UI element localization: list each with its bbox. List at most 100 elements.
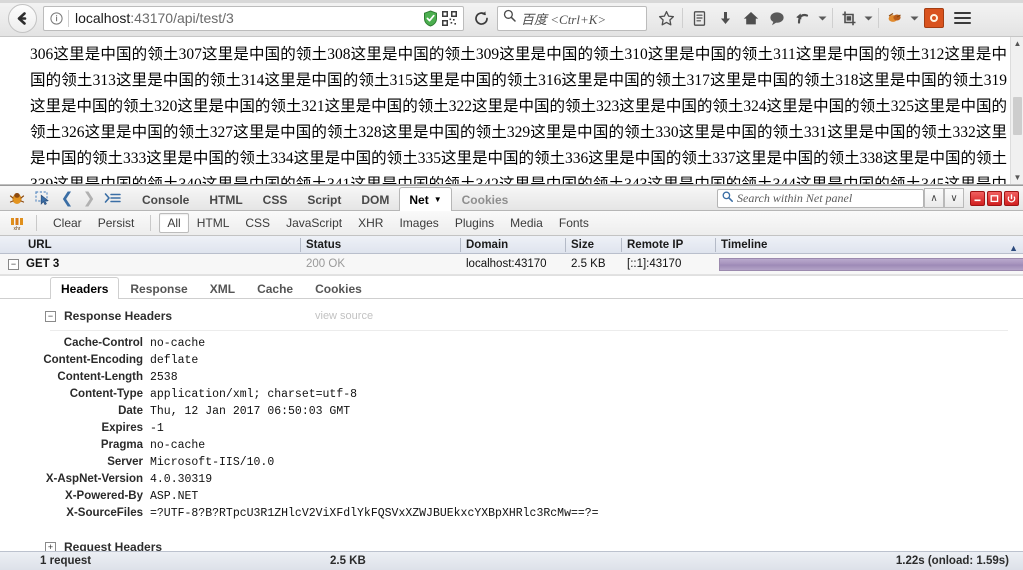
header-row-x-sourcefiles: X-SourceFiles =?UTF-8?B?RTpcU3R1ZHlcV2Vi… — [0, 505, 1023, 522]
header-name: X-SourceFiles — [66, 507, 143, 520]
screenshot-dropdown-caret-icon[interactable] — [862, 5, 875, 31]
column-header-size[interactable]: Size — [565, 236, 621, 254]
address-bar[interactable]: localhost:43170/api/test/3 — [43, 5, 464, 31]
reload-button[interactable] — [467, 5, 495, 31]
firebug-orange-inner — [930, 14, 938, 22]
row-url-cell[interactable]: − GET 3 — [0, 258, 300, 270]
tab-cookies[interactable]: Cookies — [452, 187, 519, 211]
filter-plugins[interactable]: Plugins — [447, 213, 502, 233]
header-row-content-encoding: Content-Encoding deflate — [0, 352, 1023, 369]
extension-icon[interactable] — [882, 5, 908, 31]
chevron-down-icon[interactable]: ▼ — [434, 195, 442, 204]
firebug-prev-button[interactable]: ❮ — [56, 186, 78, 210]
request-headers-title-row[interactable]: + Request Headers — [0, 538, 1023, 552]
column-header-url[interactable]: URL — [0, 236, 300, 254]
filter-javascript[interactable]: JavaScript — [278, 213, 350, 233]
security-shield-icon[interactable] — [423, 9, 438, 27]
filterbar-divider — [36, 215, 37, 232]
tab-dom[interactable]: DOM — [351, 187, 399, 211]
header-row-date: Date Thu, 12 Jan 2017 06:50:03 GMT — [0, 403, 1023, 420]
filter-css[interactable]: CSS — [237, 213, 278, 233]
net-status-bar: 1 request 2.5 KB 1.22s (onload: 1.59s) — [0, 551, 1023, 570]
back-button[interactable] — [8, 3, 37, 33]
scroll-up-arrow-icon[interactable]: ▲ — [1011, 37, 1023, 50]
tab-console[interactable]: Console — [132, 187, 199, 211]
filter-xhr[interactable]: XHR — [350, 213, 391, 233]
filter-html[interactable]: HTML — [189, 213, 238, 233]
search-next-button[interactable]: ∨ — [944, 188, 964, 209]
firebug-bug-icon[interactable] — [4, 186, 30, 210]
undo-dropdown-caret-icon[interactable] — [816, 5, 829, 31]
tab-cache[interactable]: Cache — [246, 277, 304, 299]
table-row[interactable]: − GET 3 200 OK localhost:43170 2.5 KB [:… — [0, 254, 1023, 276]
filter-all[interactable]: All — [159, 213, 189, 234]
tab-response[interactable]: Response — [119, 277, 198, 299]
browser-search-bar[interactable]: 百度 <Ctrl+K> — [497, 5, 647, 31]
tab-script[interactable]: Script — [297, 187, 351, 211]
clear-button[interactable]: Clear — [45, 213, 90, 233]
scroll-down-arrow-icon[interactable]: ▼ — [1011, 171, 1023, 184]
header-name: X-Powered-By — [65, 490, 143, 503]
column-header-domain[interactable]: Domain — [460, 236, 565, 254]
url-host: localhost — [75, 10, 131, 26]
header-value: no-cache — [150, 337, 206, 351]
panel-list-icon[interactable] — [100, 186, 126, 210]
page-scrollbar[interactable]: ▲ ▼ — [1010, 37, 1023, 184]
header-row-server: Server Microsoft-IIS/10.0 — [0, 454, 1023, 471]
filter-media[interactable]: Media — [502, 213, 551, 233]
address-bar-icons — [423, 9, 459, 27]
tab-net[interactable]: Net ▼ — [399, 187, 452, 212]
firebug-detach-button[interactable] — [987, 190, 1002, 206]
view-source-link[interactable]: view source — [315, 310, 373, 322]
column-header-status[interactable]: Status — [300, 236, 460, 254]
search-prev-button[interactable]: ∧ — [924, 188, 944, 209]
net-request-list: − GET 3 200 OK localhost:43170 2.5 KB [:… — [0, 254, 1023, 276]
firebug-next-button[interactable]: ❯ — [78, 186, 100, 210]
firebug-close-button[interactable] — [1004, 190, 1019, 206]
firebug-orange-icon[interactable] — [924, 8, 944, 28]
filter-images[interactable]: Images — [391, 213, 446, 233]
url-path: :43170/api/test/3 — [130, 10, 234, 26]
header-name: Server — [107, 456, 143, 469]
xhr-filter-icon[interactable]: xhr — [6, 216, 28, 231]
reading-list-icon[interactable] — [686, 5, 712, 31]
status-total-size: 2.5 KB — [330, 555, 366, 568]
page-scrollbar-thumb[interactable] — [1013, 97, 1022, 135]
tab-html-label: HTML — [209, 192, 243, 207]
home-icon[interactable] — [738, 5, 764, 31]
tab-html[interactable]: HTML — [199, 187, 252, 211]
firebug-minimize-button[interactable] — [970, 190, 985, 206]
expand-collapse-twisty-icon[interactable]: − — [8, 258, 19, 270]
extension-dropdown-caret-icon[interactable] — [908, 5, 921, 31]
inspect-element-icon[interactable] — [30, 186, 56, 210]
downloads-icon[interactable] — [712, 5, 738, 31]
screenshot-crop-icon[interactable] — [836, 5, 862, 31]
undo-icon[interactable] — [790, 5, 816, 31]
header-value: 4.0.30319 — [150, 473, 213, 487]
column-header-timeline[interactable]: Timeline ▲ — [715, 236, 1023, 254]
row-url-label: GET 3 — [26, 258, 60, 271]
persist-button[interactable]: Persist — [90, 213, 143, 233]
menu-hamburger-icon[interactable] — [949, 5, 975, 31]
request-headers-twisty-icon[interactable]: + — [45, 541, 56, 552]
status-request-count: 1 request — [40, 555, 92, 568]
tab-css[interactable]: CSS — [253, 187, 298, 211]
chat-bubble-icon[interactable] — [764, 5, 790, 31]
header-name: Content-Length — [57, 371, 143, 384]
header-value: no-cache — [150, 439, 206, 453]
response-headers-title-row[interactable]: − Response Headers view source — [0, 307, 1023, 325]
column-header-remote-ip[interactable]: Remote IP — [621, 236, 715, 254]
firebug-search-input[interactable]: Search within Net panel — [717, 188, 924, 208]
bookmark-star-icon[interactable] — [653, 5, 679, 31]
response-headers-twisty-icon[interactable]: − — [45, 310, 56, 322]
search-icon — [503, 9, 516, 27]
header-value: =?UTF-8?B?RTpcU3R1ZHlcV2ViXFdlYkFQSVxXZW… — [150, 507, 599, 521]
filter-fonts[interactable]: Fonts — [551, 213, 597, 233]
tab-xml[interactable]: XML — [199, 277, 246, 299]
qr-code-icon[interactable] — [442, 10, 457, 26]
header-row-content-type: Content-Type application/xml; charset=ut… — [0, 386, 1023, 403]
tab-headers[interactable]: Headers — [50, 277, 120, 300]
header-value: -1 — [150, 422, 164, 436]
page-info-icon[interactable] — [48, 10, 65, 27]
tab-cookies-detail[interactable]: Cookies — [304, 277, 373, 299]
